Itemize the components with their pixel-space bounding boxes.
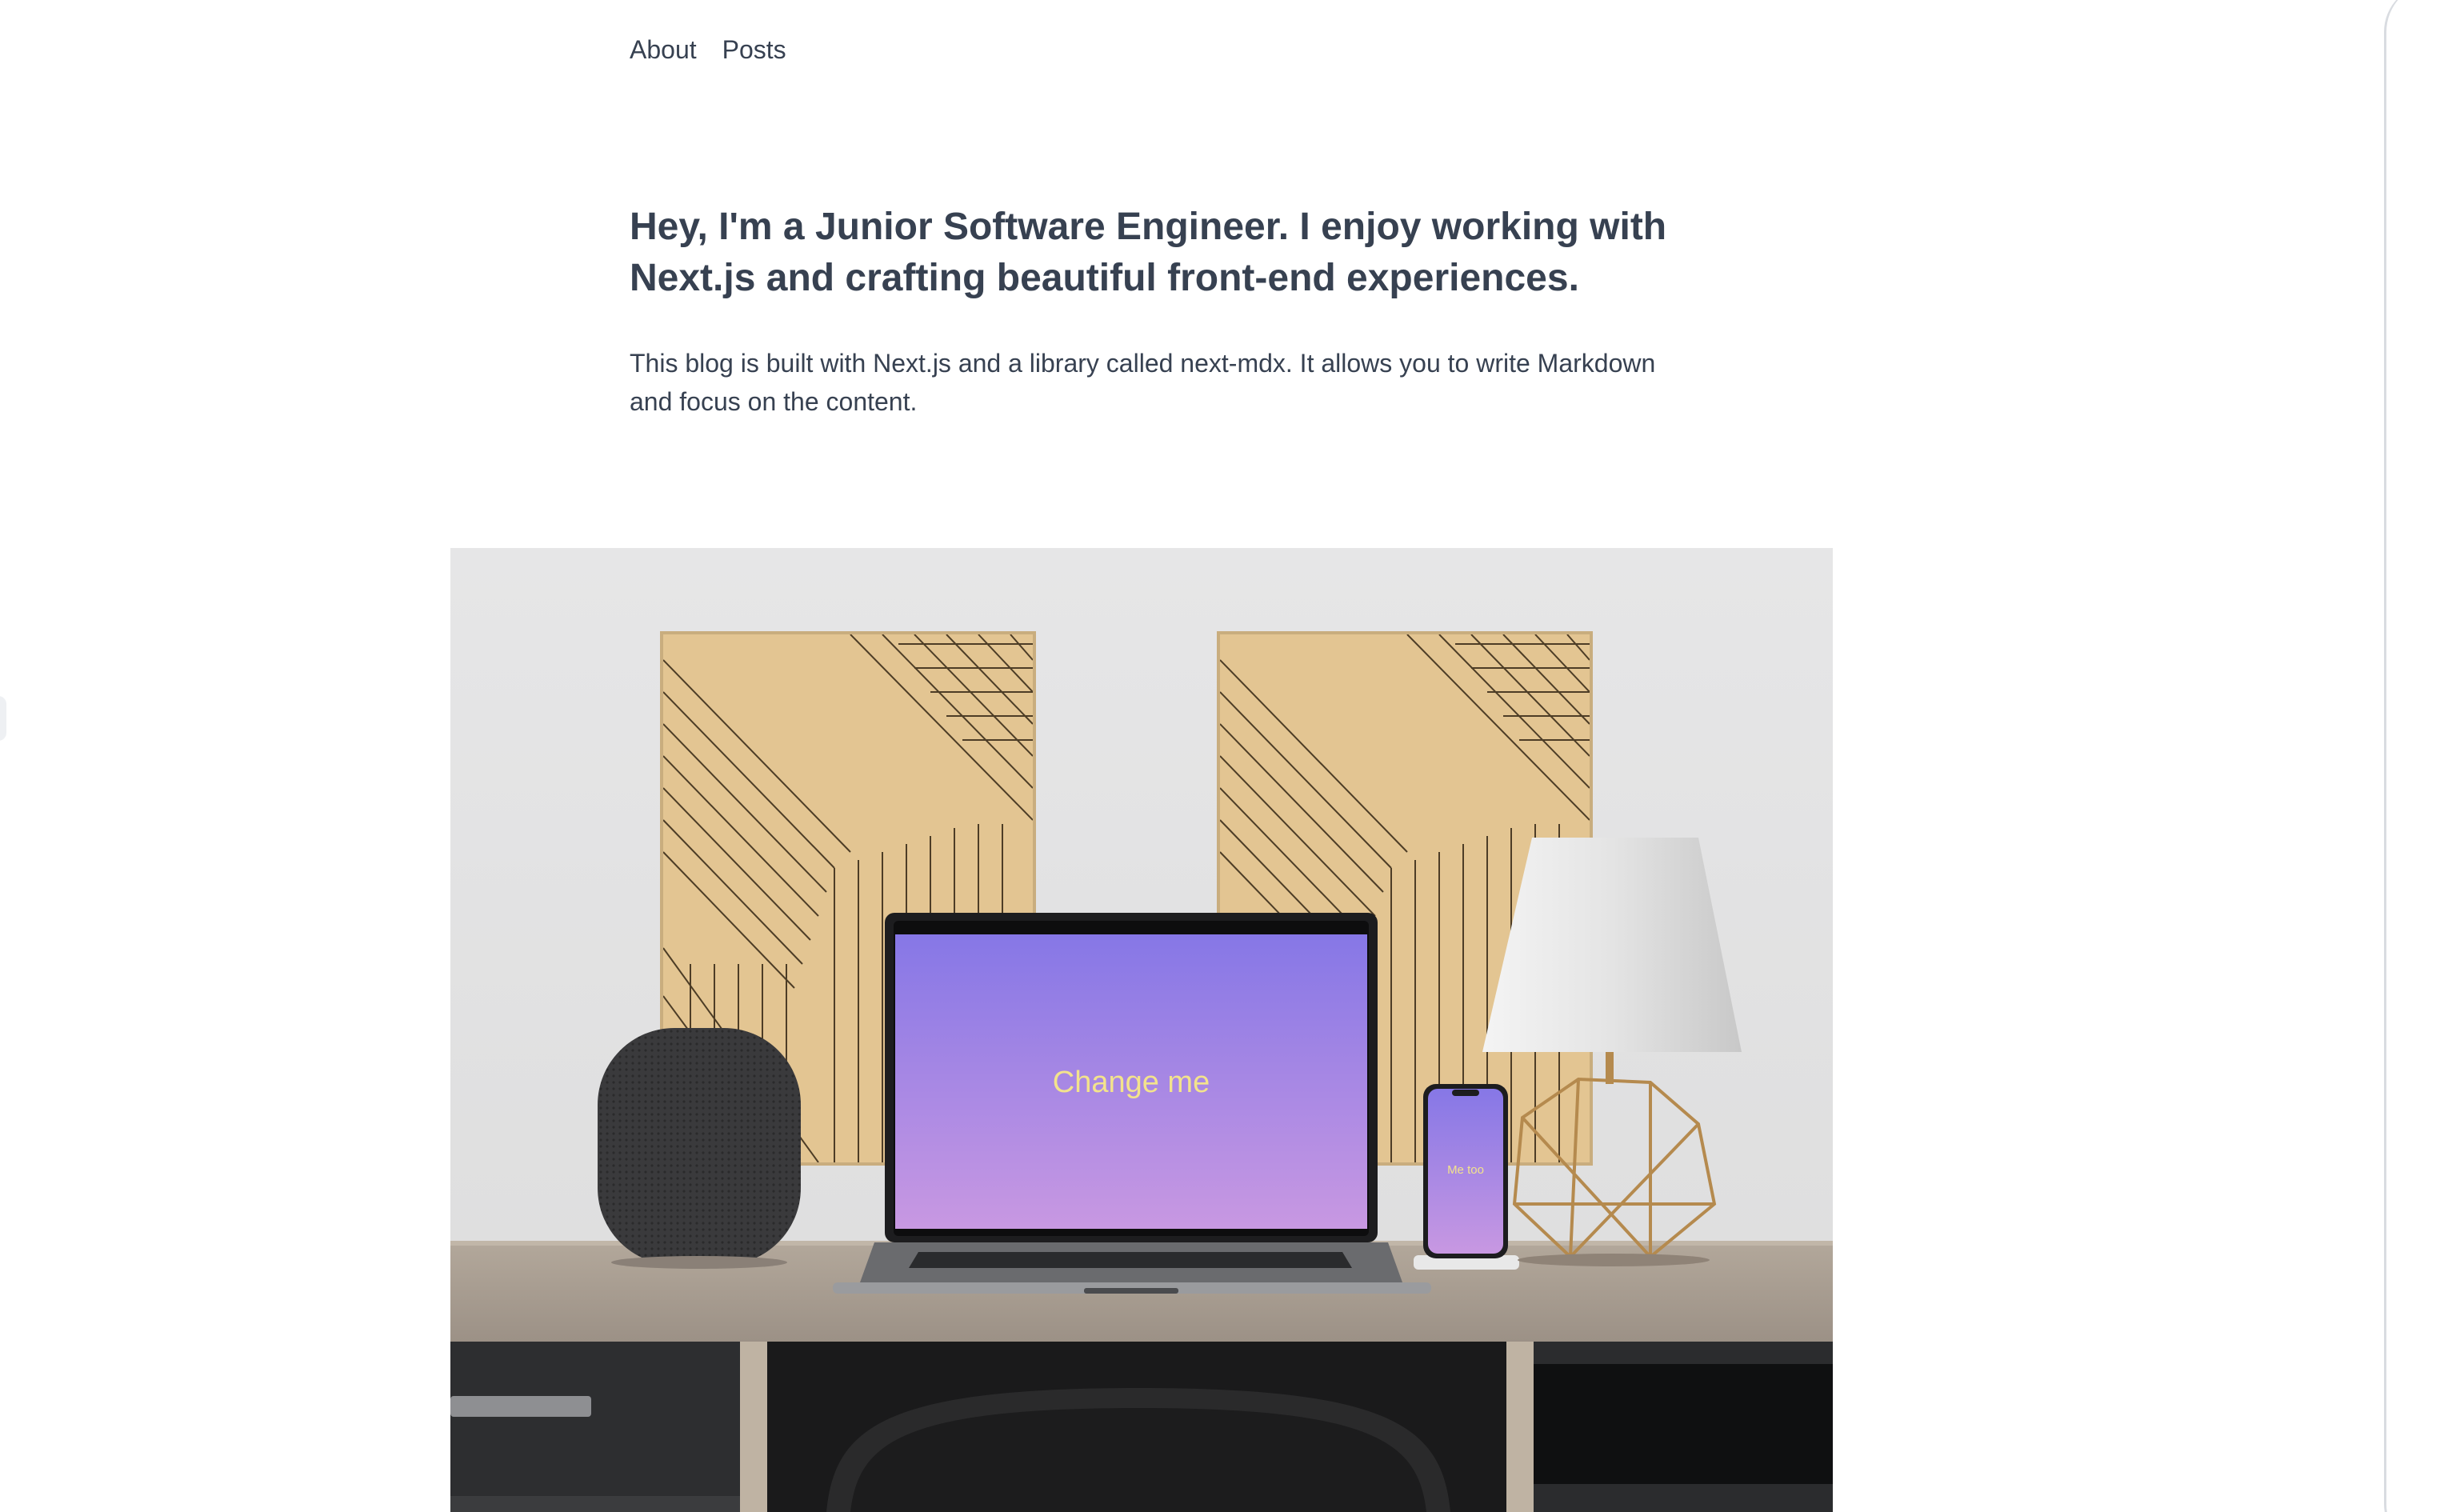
laptop: Change me — [833, 913, 1431, 1294]
window-edge — [2384, 0, 2448, 1512]
top-nav: About Posts — [630, 35, 786, 65]
phone-screen-text: Me too — [1447, 1163, 1484, 1177]
laptop-screen-text: Change me — [1053, 1066, 1210, 1099]
side-tab-handle[interactable] — [0, 696, 6, 741]
page: About Posts Hey, I'm a Junior Software E… — [0, 0, 2448, 1512]
hero-image: Change me Me too — [450, 548, 1833, 1512]
nav-link-about[interactable]: About — [630, 35, 697, 65]
nav-link-posts[interactable]: Posts — [722, 35, 786, 65]
hero-title: Hey, I'm a Junior Software Engineer. I e… — [630, 206, 1667, 299]
hero-description: This blog is built with Next.js and a li… — [630, 349, 1656, 416]
phone: Me too — [1414, 1084, 1519, 1270]
desk-scene-illustration: Change me Me too — [450, 548, 1833, 1512]
smart-speaker — [598, 1028, 801, 1269]
